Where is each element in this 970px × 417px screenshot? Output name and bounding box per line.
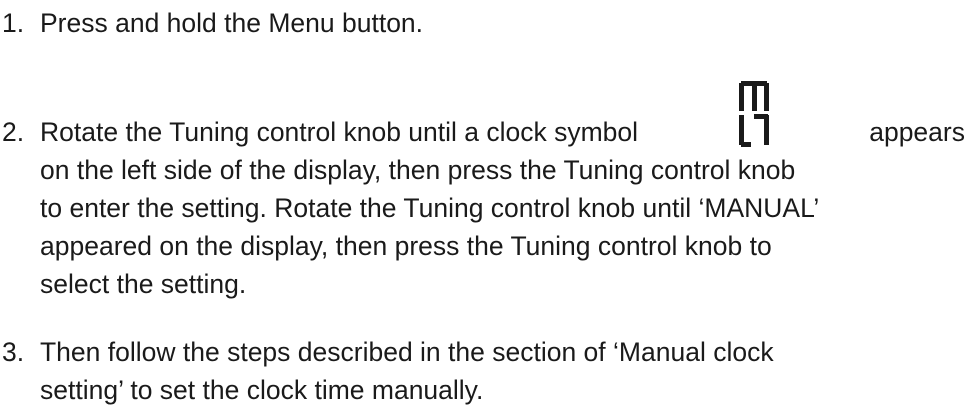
step-number: 1. (2, 8, 25, 38)
step-text: Press and hold the Menu button. (40, 8, 424, 38)
clock-symbol-icon (735, 77, 773, 149)
step-text-line: appeared on the display, then press the … (40, 227, 772, 265)
step-text-line: to enter the setting. Rotate the Tuning … (40, 189, 819, 227)
step-text: select the setting. (40, 269, 247, 299)
step-text: on the left side of the display, then pr… (40, 155, 796, 185)
seven-segment-clock-icon (738, 81, 769, 147)
step-text-line: setting’ to set the clock time manually. (40, 371, 483, 409)
step-text-line: on the left side of the display, then pr… (40, 151, 965, 189)
step-text: appeared on the display, then press the … (40, 231, 772, 261)
step-text-line: Then follow the steps described in the s… (40, 333, 774, 371)
step-number: 3. (2, 337, 25, 367)
step-text: to enter the setting. Rotate the Tuning … (40, 193, 820, 223)
step-text: setting’ to set the clock time manually. (40, 375, 484, 405)
step-text: Then follow the steps described in the s… (40, 337, 774, 367)
step-number: 2. (2, 117, 25, 147)
step-text-line: select the setting. (40, 265, 246, 303)
